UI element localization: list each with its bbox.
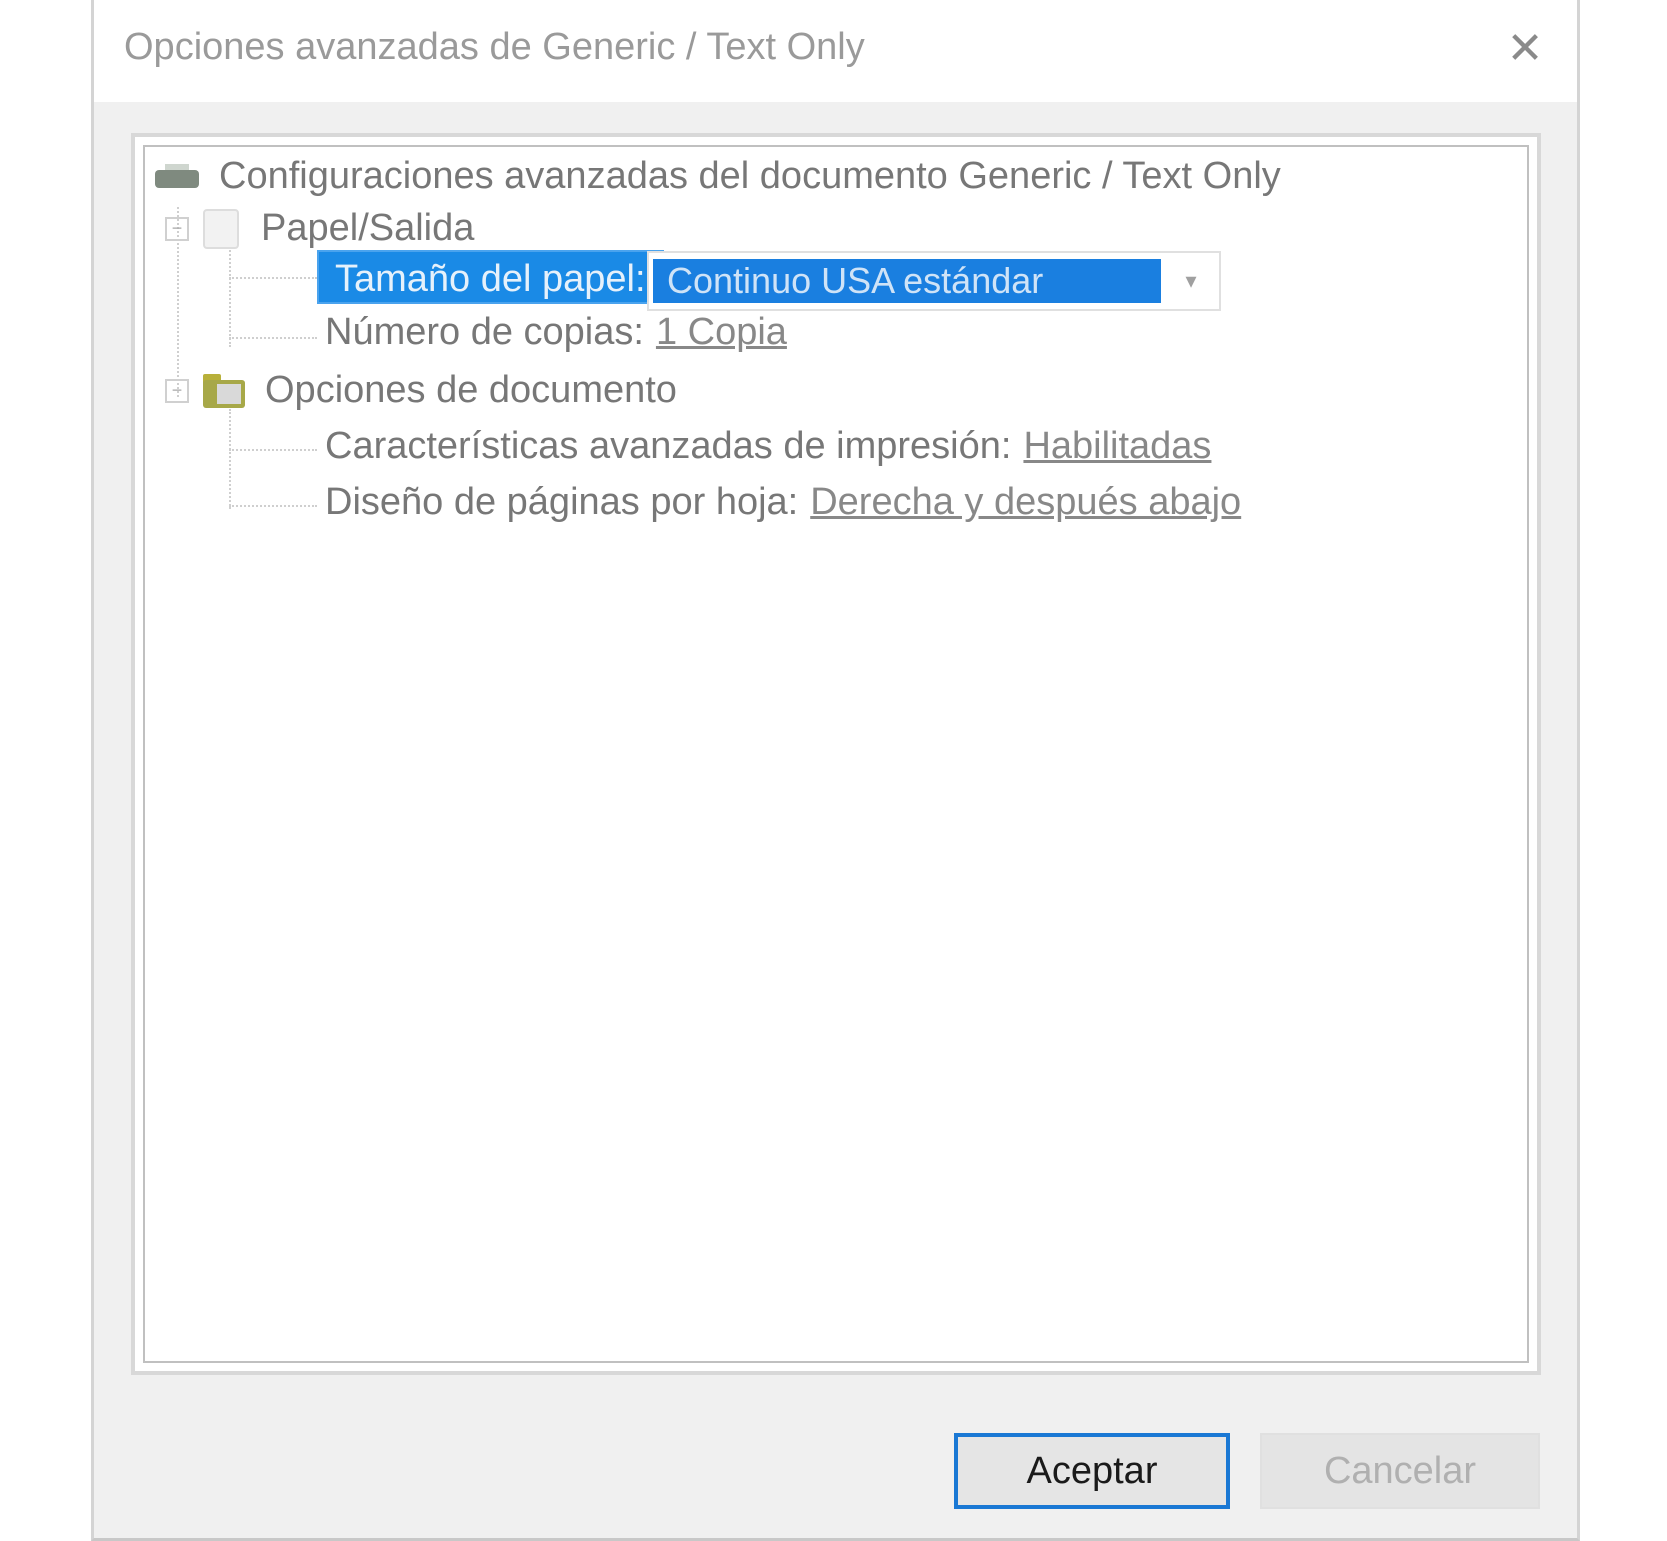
paper-size-value: Continuo USA estándar [653, 259, 1161, 303]
advanced-features-label: Características avanzadas de impresión: [325, 425, 1012, 467]
tree-connector [229, 449, 317, 451]
document-options-label: Opciones de documento [265, 369, 677, 411]
pages-layout-value[interactable]: Derecha y después abajo [810, 481, 1241, 524]
settings-panel: Configuraciones avanzadas del documento … [131, 133, 1541, 1375]
copies-value[interactable]: 1 Copia [656, 311, 787, 354]
window-title: Opciones avanzadas de Generic / Text Onl… [124, 26, 865, 68]
chevron-down-icon[interactable]: ▾ [1167, 257, 1215, 305]
tree-root-label: Configuraciones avanzadas del documento … [219, 155, 1281, 197]
tree-node-document-options[interactable]: − Opciones de documento [165, 369, 677, 412]
folder-icon [203, 373, 245, 408]
tree-item-copies[interactable]: Número de copias: 1 Copia [325, 311, 787, 354]
advanced-options-dialog: Opciones avanzadas de Generic / Text Onl… [91, 0, 1580, 1541]
tree-connector [229, 277, 317, 279]
title-bar: Opciones avanzadas de Generic / Text Onl… [94, 0, 1577, 102]
tree-node-paper-output[interactable]: − Papel/Salida [165, 207, 474, 250]
paper-output-label: Papel/Salida [261, 207, 475, 249]
ok-button[interactable]: Aceptar [954, 1433, 1230, 1509]
paper-size-select[interactable]: Continuo USA estándar ▾ [647, 251, 1221, 311]
tree-item-pages-layout[interactable]: Diseño de páginas por hoja: Derecha y de… [325, 481, 1241, 524]
expander-icon[interactable]: − [165, 378, 189, 403]
cancel-button[interactable]: Cancelar [1260, 1433, 1540, 1509]
tree-connector [229, 337, 317, 339]
tree-connector [229, 505, 317, 507]
close-icon[interactable]: ✕ [1495, 18, 1555, 78]
tree-root[interactable]: Configuraciones avanzadas del documento … [155, 155, 1281, 198]
page: Opciones avanzadas de Generic / Text Onl… [0, 0, 1667, 1541]
advanced-features-value[interactable]: Habilitadas [1023, 425, 1211, 468]
paper-size-label[interactable]: Tamaño del papel: [317, 250, 664, 304]
tree-item-advanced-features[interactable]: Características avanzadas de impresión: … [325, 425, 1211, 468]
printer-icon [155, 163, 199, 190]
expander-icon[interactable]: − [165, 216, 189, 241]
copies-label: Número de copias: [325, 311, 644, 353]
tree-connector [229, 247, 231, 347]
pages-layout-label: Diseño de páginas por hoja: [325, 481, 799, 523]
page-icon [203, 208, 239, 249]
tree-connector [229, 409, 231, 509]
settings-tree: Configuraciones avanzadas del documento … [143, 145, 1529, 1363]
